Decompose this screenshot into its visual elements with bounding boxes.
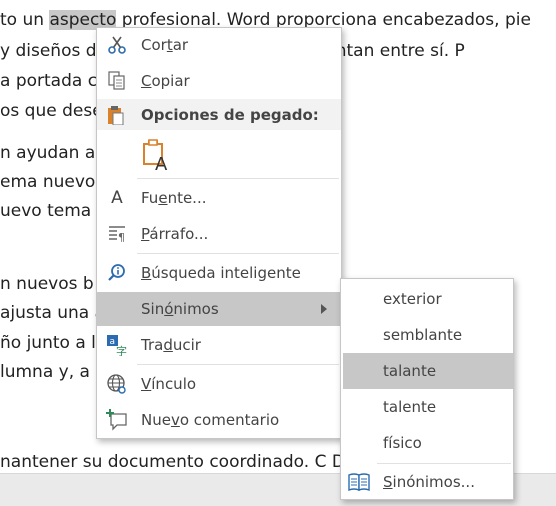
doc-line: os que dese	[0, 101, 103, 121]
svg-text:a: a	[110, 337, 116, 347]
font-icon: A	[111, 188, 123, 208]
synonym-option[interactable]: físico	[341, 425, 513, 461]
menu-separator	[137, 364, 339, 365]
paragraph-label: Párrafo...	[141, 225, 209, 243]
synonyms-menu-item[interactable]: Sinónimos	[97, 292, 341, 326]
paste-keep-text-only-button[interactable]: A	[97, 134, 341, 176]
font-menu-item[interactable]: A Fuente...	[97, 181, 341, 215]
synonyms-submenu: exterior semblante talante talente físic…	[340, 278, 514, 500]
globe-link-icon	[97, 367, 137, 401]
synonyms-more-menu-item[interactable]: Sinónimos...	[341, 465, 513, 499]
synonym-option-highlighted[interactable]: talante	[343, 353, 513, 389]
synonyms-more-label: Sinónimos...	[383, 473, 475, 491]
doc-line: lumna y, a	[0, 362, 90, 382]
svg-text:¶: ¶	[118, 231, 125, 243]
menu-separator	[377, 463, 511, 464]
smart-lookup-menu-item[interactable]: Búsqueda inteligente	[97, 256, 341, 290]
synonym-option[interactable]: exterior	[341, 281, 513, 317]
cut-menu-item[interactable]: Cortar	[97, 28, 341, 62]
font-label: Fuente...	[141, 189, 207, 207]
paste-text-only-icon: A	[141, 138, 171, 176]
translate-label: Traducir	[141, 336, 201, 354]
smart-lookup-icon	[97, 256, 137, 290]
paragraph-menu-item[interactable]: ¶ Párrafo...	[97, 217, 341, 251]
paragraph-icon: ¶	[97, 217, 137, 251]
svg-text:A: A	[155, 154, 168, 172]
copy-icon	[97, 64, 137, 98]
svg-text:字: 字	[116, 344, 127, 356]
cut-label: Cortar	[141, 36, 189, 54]
paste-options-header: Opciones de pegado:	[97, 99, 341, 130]
context-menu: Cortar Copiar Opciones de pegado: A A Fu…	[96, 27, 342, 439]
book-icon	[341, 465, 377, 499]
translate-icon: a字	[97, 328, 137, 362]
link-label: Vínculo	[141, 375, 197, 393]
translate-menu-item[interactable]: a字 Traducir	[97, 328, 341, 362]
clipboard-icon	[105, 105, 125, 129]
synonyms-label: Sinónimos	[141, 300, 219, 318]
copy-label: Copiar	[141, 72, 190, 90]
new-comment-label: Nuevo comentario	[141, 411, 280, 429]
menu-separator	[137, 178, 339, 179]
submenu-arrow-icon	[321, 304, 327, 314]
new-comment-icon	[97, 403, 137, 437]
paste-options-label: Opciones de pegado:	[141, 106, 319, 124]
smart-lookup-label: Búsqueda inteligente	[141, 264, 301, 282]
doc-line: nantener su documento coordinado. C Dise…	[0, 452, 380, 472]
synonym-option[interactable]: semblante	[341, 317, 513, 353]
copy-menu-item[interactable]: Copiar	[97, 64, 341, 98]
new-comment-menu-item[interactable]: Nuevo comentario	[97, 403, 341, 437]
scissors-icon	[97, 28, 137, 62]
link-menu-item[interactable]: Vínculo	[97, 367, 341, 401]
synonym-option[interactable]: talente	[341, 389, 513, 425]
menu-separator	[137, 253, 339, 254]
